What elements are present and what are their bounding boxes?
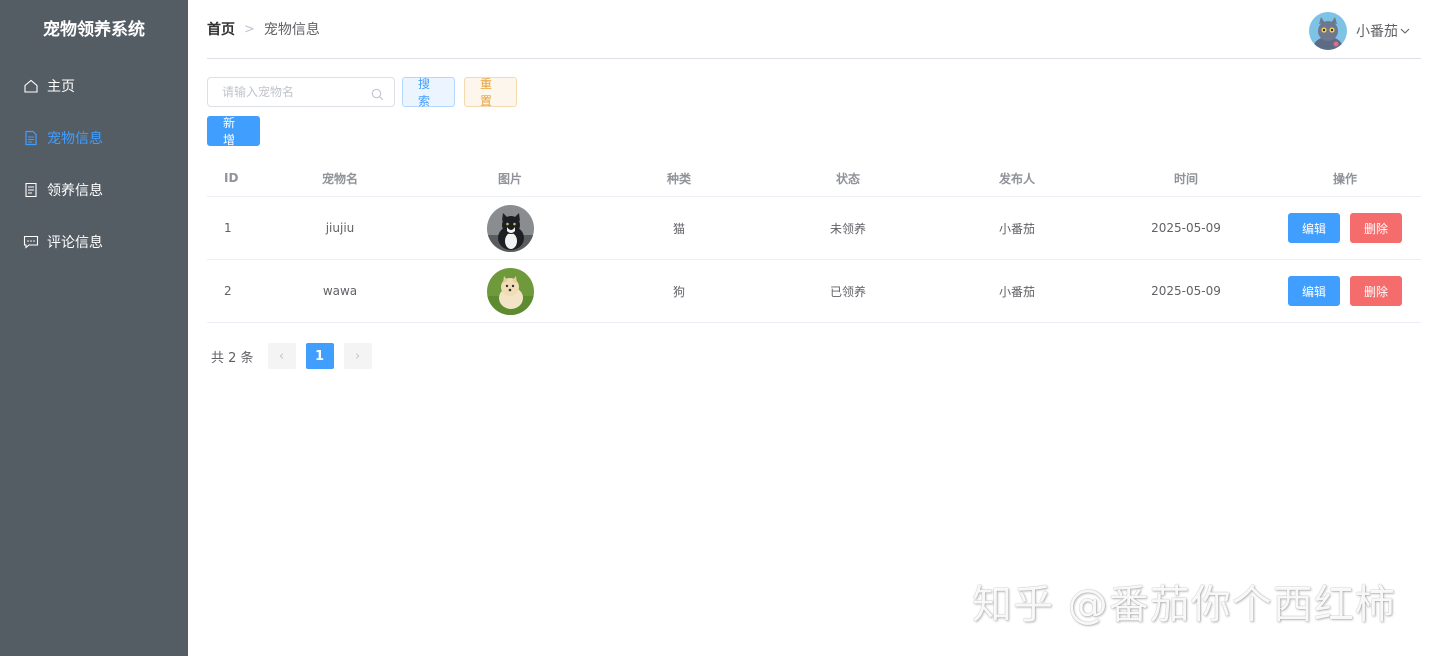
- prev-page-button[interactable]: ‹: [267, 343, 296, 369]
- column-header-id: ID: [224, 171, 239, 185]
- sidebar-item-pet-info[interactable]: 宠物信息: [0, 112, 188, 164]
- search-field: [207, 77, 395, 107]
- column-header-publisher: 发布人: [998, 171, 1035, 186]
- document-icon: [23, 182, 39, 198]
- edit-button[interactable]: 编辑: [1288, 276, 1340, 306]
- column-header-time: 时间: [1173, 171, 1198, 186]
- cell-kind: 猫: [672, 221, 685, 236]
- reset-button[interactable]: 重置: [464, 77, 517, 108]
- search-icon: [371, 86, 384, 101]
- sidebar: 宠物领养系统 主页 宠物信息 领养信息 评论信息: [0, 0, 188, 656]
- sidebar-item-label: 评论信息: [47, 235, 103, 251]
- sidebar-item-label: 宠物信息: [47, 131, 103, 147]
- add-button[interactable]: 新增: [207, 116, 260, 147]
- sidebar-item-comment-info[interactable]: 评论信息: [0, 216, 188, 268]
- column-header-name: 宠物名: [321, 171, 358, 186]
- pet-photo-dog[interactable]: [486, 267, 534, 315]
- cell-status: 未领养: [829, 221, 866, 236]
- cell-name: jiujiu: [325, 221, 355, 235]
- delete-button[interactable]: 删除: [1350, 213, 1402, 243]
- table-row: 2 wawa 狗 已领养 小番茄 2025-05-09 编辑 删除: [207, 260, 1421, 323]
- breadcrumb-current: 宠物信息: [263, 22, 320, 38]
- document-icon: [23, 130, 39, 146]
- table-row: 1 jiujiu 猫 未领养 小番茄 2025-05-09 编辑 删除: [207, 197, 1421, 260]
- pagination-total: 共 2 条: [211, 350, 254, 366]
- cell-status: 已领养: [829, 284, 866, 299]
- cell-id: 1: [224, 221, 232, 235]
- cell-actions: 编辑 删除: [1269, 213, 1421, 243]
- cell-id: 2: [224, 284, 232, 298]
- column-header-image: 图片: [497, 171, 522, 186]
- chat-icon: [23, 234, 39, 250]
- sidebar-item-label: 主页: [47, 79, 75, 95]
- breadcrumb: 首页 > 宠物信息: [207, 19, 320, 39]
- main-content: 首页 > 宠物信息 小番茄 请输入宠物名 搜索 重置 新增 ID 宠物名 图片 …: [188, 0, 1440, 656]
- cell-actions: 编辑 删除: [1269, 276, 1421, 306]
- watermark: 知乎 @番茄你个西红柿: [972, 582, 1396, 628]
- table-header: ID 宠物名 图片 种类 状态 发布人 时间 操作: [207, 160, 1421, 197]
- breadcrumb-home[interactable]: 首页: [207, 19, 235, 39]
- next-page-button[interactable]: ›: [343, 343, 372, 369]
- cell-time: 2025-05-09: [1151, 221, 1221, 235]
- user-menu[interactable]: 小番茄: [1309, 12, 1411, 50]
- cell-image: [427, 267, 593, 315]
- app-title: 宠物领养系统: [43, 20, 145, 40]
- breadcrumb-separator: >: [244, 21, 255, 37]
- page-number-button[interactable]: 1: [305, 343, 334, 369]
- cell-publisher: 小番茄: [998, 221, 1035, 236]
- cell-image: [427, 204, 593, 252]
- search-button[interactable]: 搜索: [402, 77, 455, 108]
- column-header-actions: 操作: [1332, 171, 1357, 186]
- search-bar: 搜索 重置: [207, 77, 517, 108]
- sidebar-item-label: 领养信息: [47, 183, 103, 199]
- cell-time: 2025-05-09: [1151, 284, 1221, 298]
- cell-name: wawa: [322, 284, 358, 298]
- cell-kind: 狗: [672, 284, 685, 299]
- pagination: 共 2 条 ‹ 1 ›: [211, 343, 372, 369]
- home-icon: [23, 78, 39, 94]
- column-header-status: 状态: [835, 171, 860, 186]
- header: 首页 > 宠物信息 小番茄: [207, 0, 1421, 59]
- column-header-kind: 种类: [666, 171, 691, 186]
- pet-table: ID 宠物名 图片 种类 状态 发布人 时间 操作 1 jiujiu 猫 未领养…: [207, 160, 1421, 323]
- avatar: [1309, 12, 1347, 50]
- user-name: 小番茄: [1356, 24, 1398, 40]
- cell-publisher: 小番茄: [998, 284, 1035, 299]
- pet-photo-cat[interactable]: [486, 204, 534, 252]
- edit-button[interactable]: 编辑: [1288, 213, 1340, 243]
- sidebar-item-home[interactable]: 主页: [0, 60, 188, 112]
- search-input[interactable]: [208, 78, 358, 106]
- delete-button[interactable]: 删除: [1350, 276, 1402, 306]
- chevron-down-icon: [1399, 25, 1411, 37]
- sidebar-item-adoption-info[interactable]: 领养信息: [0, 164, 188, 216]
